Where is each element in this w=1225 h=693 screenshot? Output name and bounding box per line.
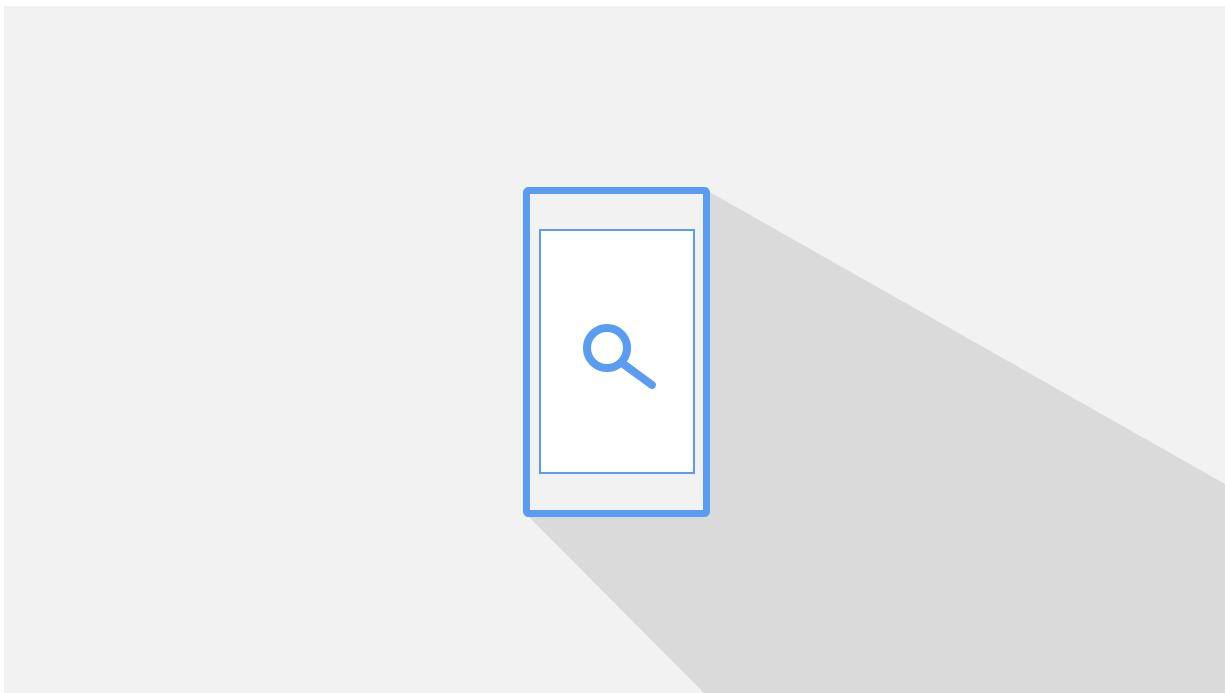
smartphone-icon (523, 187, 710, 517)
phone-screen (539, 229, 695, 474)
illustration-canvas (4, 6, 1225, 693)
illustration-svg (4, 6, 1225, 693)
page (0, 0, 1225, 693)
